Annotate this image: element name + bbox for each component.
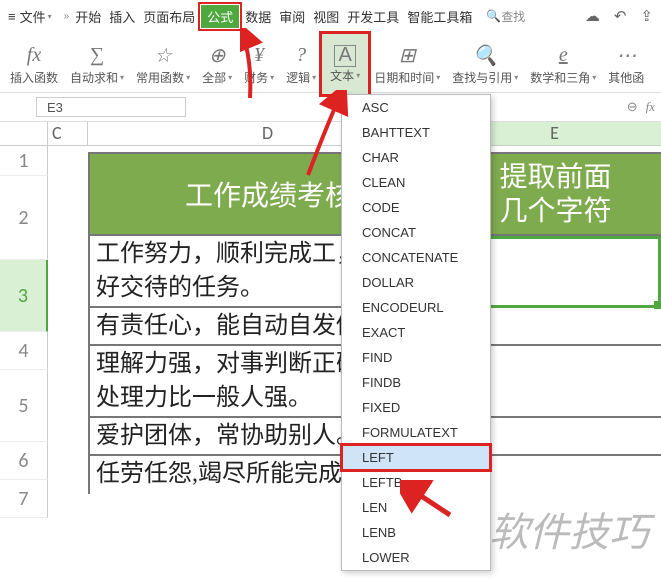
row-header[interactable]: 1	[0, 146, 48, 176]
chevron-down-icon: ▾	[312, 73, 316, 82]
cloud-icon[interactable]: ☁	[585, 7, 600, 25]
column-header-c[interactable]: C	[48, 122, 88, 145]
name-box-row: E3 ⊖ fx	[0, 92, 661, 122]
chevron-down-icon: ▾	[270, 73, 274, 82]
dropdown-item-len[interactable]: LEN	[342, 495, 490, 520]
dropdown-item-code[interactable]: CODE	[342, 195, 490, 220]
tab-tools[interactable]: 智能工具箱	[405, 5, 474, 28]
ribbon-logic[interactable]: ? 逻辑▾	[280, 34, 322, 94]
globe-icon: ⊕	[209, 43, 226, 69]
ribbon-datetime[interactable]: ⊞ 日期和时间▾	[368, 34, 446, 94]
name-box[interactable]: E3	[36, 97, 186, 117]
spreadsheet-grid[interactable]: C D E 1 2 3 4 5 6 7 工作成绩考核 提取前面 几个字符 工作努…	[0, 122, 661, 518]
lookup-icon: 🔍	[473, 43, 498, 69]
ribbon: fx 插入函数 ∑ 自动求和▾ ☆ 常用函数▾ ⊕ 全部▾ ¥ 财务▾ ? 逻辑…	[0, 32, 661, 92]
star-icon: ☆	[154, 43, 172, 69]
row-header[interactable]: 7	[0, 480, 48, 518]
zoom-out-icon[interactable]: ⊖	[627, 99, 638, 115]
tab-layout[interactable]: 页面布局	[141, 5, 197, 28]
sigma-icon: ∑	[90, 43, 104, 69]
ribbon-text[interactable]: A 文本▾	[322, 34, 368, 94]
chevron-down-icon: ▾	[120, 73, 124, 82]
undo-icon[interactable]: ↶	[614, 7, 627, 25]
tab-view[interactable]: 视图	[311, 5, 341, 28]
math-icon: e	[559, 43, 568, 69]
dropdown-item-find[interactable]: FIND	[342, 345, 490, 370]
fx-bar-icon[interactable]: fx	[646, 99, 655, 115]
ribbon-math[interactable]: e 数学和三角▾	[524, 34, 602, 94]
chevron-down-icon: ▾	[48, 12, 52, 21]
dropdown-item-bahttext[interactable]: BAHTTEXT	[342, 120, 490, 145]
chevron-down-icon: ▾	[436, 73, 440, 82]
dropdown-item-formulatext[interactable]: FORMULATEXT	[342, 420, 490, 445]
ribbon-recent[interactable]: ☆ 常用函数▾	[130, 34, 196, 94]
dropdown-item-asc[interactable]: ASC	[342, 95, 490, 120]
dropdown-item-leftb[interactable]: LEFTB	[342, 470, 490, 495]
row-header[interactable]: 6	[0, 442, 48, 480]
row-header[interactable]: 2	[0, 176, 48, 260]
ribbon-finance[interactable]: ¥ 财务▾	[238, 34, 280, 94]
dropdown-item-clean[interactable]: CLEAN	[342, 170, 490, 195]
dropdown-item-dollar[interactable]: DOLLAR	[342, 270, 490, 295]
name-box-value: E3	[47, 100, 63, 115]
row-headers: 1 2 3 4 5 6 7	[0, 146, 48, 518]
column-headers: C D E	[0, 122, 661, 146]
ribbon-all[interactable]: ⊕ 全部▾	[196, 34, 238, 94]
search-icon: 🔍	[486, 9, 501, 23]
tab-home[interactable]: 开始	[73, 5, 103, 28]
dropdown-item-lower[interactable]: LOWER	[342, 545, 490, 570]
tab-data[interactable]: 数据	[243, 5, 273, 28]
row-header[interactable]: 3	[0, 260, 48, 332]
row-header[interactable]: 4	[0, 332, 48, 370]
ribbon-lookup[interactable]: 🔍 查找与引用▾	[446, 34, 524, 94]
hamburger-icon: ≡	[8, 9, 16, 24]
ribbon-insert-function[interactable]: fx 插入函数	[4, 34, 64, 94]
tab-formula[interactable]: 公式	[201, 5, 239, 28]
double-chevron-icon: »	[64, 11, 70, 22]
chevron-down-icon: ▾	[228, 73, 232, 82]
calendar-icon: ⊞	[399, 43, 416, 69]
tab-dev[interactable]: 开发工具	[345, 5, 401, 28]
row-header[interactable]: 5	[0, 370, 48, 442]
dropdown-item-fixed[interactable]: FIXED	[342, 395, 490, 420]
ribbon-tabs: 开始 插入 页面布局 公式 数据 审阅 视图 开发工具 智能工具箱	[73, 5, 474, 28]
chevron-down-icon: ▾	[356, 71, 360, 80]
tab-review[interactable]: 审阅	[277, 5, 307, 28]
ribbon-autosum[interactable]: ∑ 自动求和▾	[64, 34, 130, 94]
file-menu[interactable]: ≡ 文件 ▾	[8, 7, 52, 26]
menu-bar: ≡ 文件 ▾ » 开始 插入 页面布局 公式 数据 审阅 视图 开发工具 智能工…	[0, 0, 661, 32]
window-controls: ☁ ↶ ⇪	[585, 7, 653, 25]
text-functions-dropdown[interactable]: ASCBAHTTEXTCHARCLEANCODECONCATCONCATENAT…	[341, 94, 491, 571]
dropdown-item-char[interactable]: CHAR	[342, 145, 490, 170]
dropdown-item-encodeurl[interactable]: ENCODEURL	[342, 295, 490, 320]
search-box[interactable]: 🔍 查找	[486, 8, 525, 25]
logic-icon: ?	[296, 43, 306, 69]
text-icon: A	[334, 45, 356, 67]
finance-icon: ¥	[254, 43, 264, 69]
more-icon: ⋯	[616, 43, 636, 69]
tab-insert[interactable]: 插入	[107, 5, 137, 28]
file-menu-label: 文件	[20, 7, 46, 26]
chevron-down-icon: ▾	[186, 73, 190, 82]
search-placeholder: 查找	[501, 8, 525, 25]
dropdown-item-lenb[interactable]: LENB	[342, 520, 490, 545]
dropdown-item-findb[interactable]: FINDB	[342, 370, 490, 395]
ribbon-other[interactable]: ⋯ 其他函	[602, 34, 650, 94]
share-icon[interactable]: ⇪	[640, 7, 653, 25]
chevron-down-icon: ▾	[514, 73, 518, 82]
chevron-down-icon: ▾	[592, 73, 596, 82]
dropdown-item-concat[interactable]: CONCAT	[342, 220, 490, 245]
dropdown-item-exact[interactable]: EXACT	[342, 320, 490, 345]
dropdown-item-left[interactable]: LEFT	[342, 445, 490, 470]
fx-icon: fx	[27, 43, 41, 69]
dropdown-item-concatenate[interactable]: CONCATENATE	[342, 245, 490, 270]
